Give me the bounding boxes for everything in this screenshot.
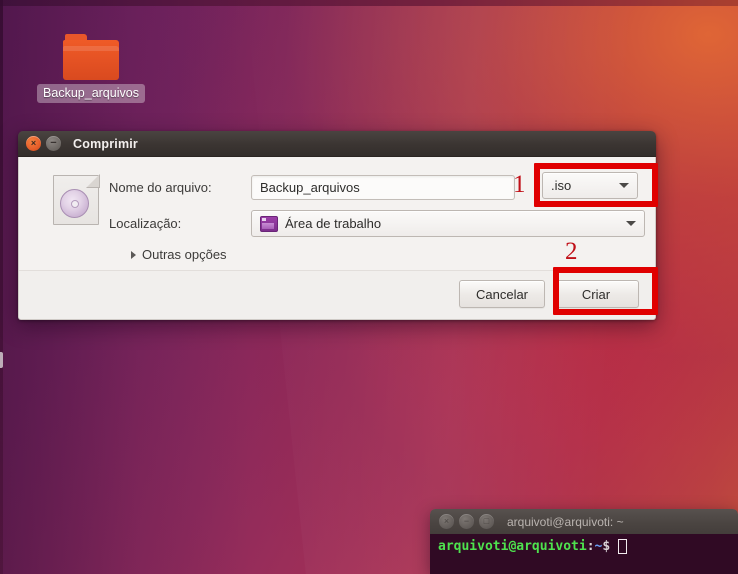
comprimir-dialog: × − Comprimir Nome do arquivo: Backup_ar… [18,131,656,320]
close-glyph: × [443,516,450,526]
terminal-user-host: arquivoti@arquivoti [438,539,587,554]
terminal-titlebar[interactable]: × − □ arquivoti@arquivoti: ~ [430,509,738,534]
location-dropdown[interactable]: Área de trabalho [251,210,645,237]
location-label: Localização: [109,216,182,231]
close-icon[interactable]: × [439,514,454,529]
folder-lip [63,46,119,51]
terminal-dollar: $ [602,539,611,554]
terminal-window: × − □ arquivoti@arquivoti: ~ arquivoti@a… [430,509,738,574]
other-options-label: Outras opções [142,247,227,262]
dialog-titlebar[interactable]: × − Comprimir [18,131,656,157]
desktop-folder-icon [260,215,278,232]
triangle-right-icon [131,250,136,259]
desktop-folder-backup-arquivos[interactable]: Backup_arquivos [30,34,152,103]
dialog-action-area: Cancelar Criar [19,270,655,319]
location-value: Área de trabalho [285,216,382,231]
dialog-title: Comprimir [73,136,139,151]
maximize-glyph: □ [483,516,490,526]
terminal-path: ~ [594,539,603,554]
extension-dropdown[interactable]: .iso [542,172,638,199]
close-glyph: × [30,138,37,148]
terminal-colon: : [586,539,595,554]
minimize-glyph: − [463,516,470,526]
maximize-icon[interactable]: □ [479,514,494,529]
minimize-icon[interactable]: − [459,514,474,529]
terminal-screen[interactable]: arquivoti@arquivoti: ~ $ [430,534,738,574]
extension-value: .iso [551,178,572,193]
top-panel-edge [0,0,738,6]
chevron-down-icon [619,183,629,188]
location-row: Área de trabalho [251,210,645,237]
terminal-cursor [618,539,628,554]
minimize-glyph: − [50,137,57,149]
close-icon[interactable]: × [26,136,41,151]
create-button[interactable]: Criar [553,280,639,308]
unity-launcher-edge[interactable] [0,0,3,574]
desktop-folder-label: Backup_arquivos [37,84,145,103]
cancel-button[interactable]: Cancelar [459,280,545,308]
terminal-title: arquivoti@arquivoti: ~ [507,514,624,529]
filename-input[interactable]: Backup_arquivos [251,175,515,200]
folder-icon [63,34,119,80]
dialog-content: Nome do arquivo: Backup_arquivos Localiz… [19,157,655,243]
filename-label: Nome do arquivo: [109,180,212,195]
minimize-icon[interactable]: − [46,136,61,151]
other-options-expander[interactable]: Outras opções [19,243,243,262]
chevron-down-icon [626,221,636,226]
launcher-scroll-nub[interactable] [0,352,3,368]
iso-file-icon [53,175,99,225]
folder-body [63,40,119,80]
disc-icon [60,189,89,218]
